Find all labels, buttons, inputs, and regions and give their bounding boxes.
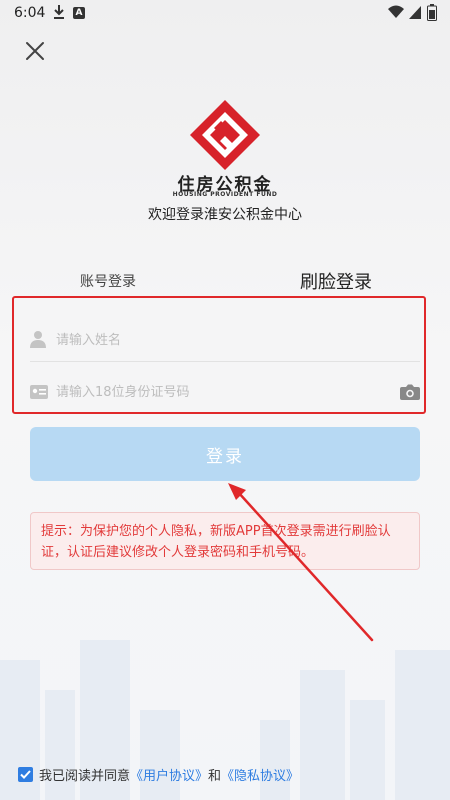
signal-icon [409, 6, 421, 19]
agreement-prefix: 我已阅读并同意 [39, 768, 131, 784]
download-icon [54, 5, 64, 19]
housing-fund-logo-icon [190, 100, 260, 170]
privacy-agreement-link[interactable]: 《隐私协议》 [221, 765, 299, 784]
logo-subtitle: HOUSING PROVIDENT FUND [172, 191, 278, 198]
agreement-row: 我已阅读并同意 《用户协议》 和 《隐私协议》 [18, 765, 299, 784]
highlight-box [12, 296, 426, 414]
agreement-checkbox[interactable] [18, 766, 33, 782]
agreement-and: 和 [208, 768, 222, 784]
wifi-icon [388, 5, 404, 18]
font-icon: A [73, 7, 85, 19]
check-icon [20, 769, 31, 779]
user-agreement-link[interactable]: 《用户协议》 [130, 765, 208, 784]
welcome-text: 欢迎登录淮安公积金中心 [148, 207, 302, 223]
tab-face-login[interactable]: 刷脸登录 [300, 268, 372, 294]
tab-account-login[interactable]: 账号登录 [80, 271, 136, 291]
status-time: 6:04 [14, 5, 46, 21]
close-icon[interactable] [20, 36, 50, 66]
status-bar: 6:04 A [0, 0, 450, 28]
battery-icon [427, 4, 437, 21]
privacy-notice: 提示：为保护您的个人隐私，新版APP首次登录需进行刷脸认证，认证后建议修改个人登… [30, 512, 420, 570]
login-button[interactable]: 登录 [30, 427, 420, 481]
